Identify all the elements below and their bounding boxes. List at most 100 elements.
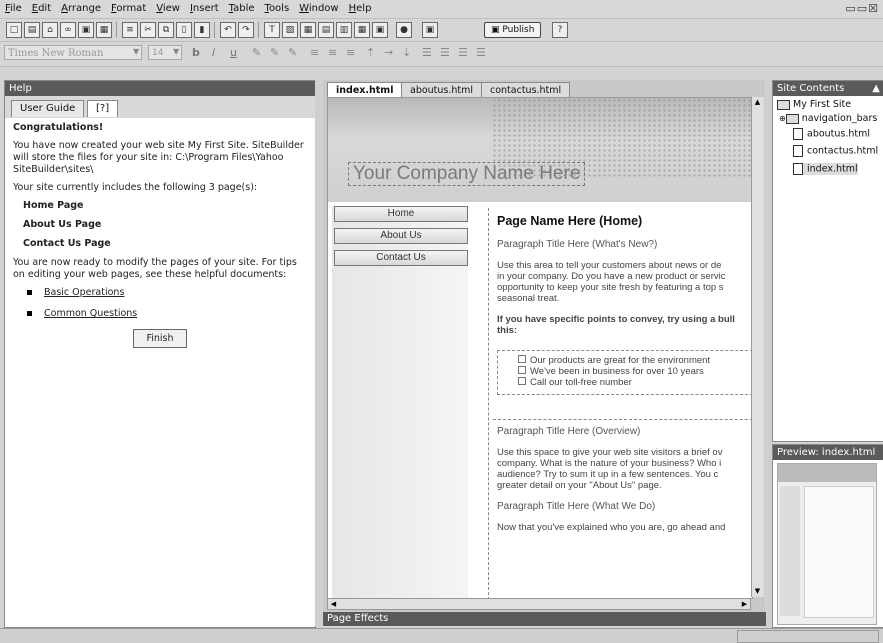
table-icon[interactable]: ▦ [300, 22, 316, 38]
print-icon[interactable]: ▦ [96, 22, 112, 38]
frame-icon[interactable]: ▣ [372, 22, 388, 38]
new-page-icon[interactable]: □ [6, 22, 22, 38]
tab-help-icon[interactable]: [?] [87, 100, 119, 117]
font-select[interactable]: Times New Roman [4, 45, 142, 60]
layout-icon[interactable]: ▥ [336, 22, 352, 38]
tab-index-html[interactable]: index.html [327, 82, 403, 98]
save-icon[interactable]: ▣ [78, 22, 94, 38]
text-color-icon[interactable]: ✎ [252, 46, 261, 59]
list-item: Home Page [23, 200, 84, 211]
tab-user-guide[interactable]: User Guide [11, 100, 85, 117]
align-left-icon[interactable]: ≡ [310, 46, 319, 59]
chevron-down-icon[interactable]: ▼ [173, 47, 179, 56]
site-contents-panel: Site Contents ▲ My First Site ⊕ navigation… [772, 80, 883, 442]
scroll-down-icon[interactable]: ▼ [752, 586, 763, 597]
tree-file-aboutus[interactable]: aboutus.html [793, 128, 870, 140]
preview-thumbnail[interactable] [777, 463, 877, 625]
help-intro: You have now created your web site My Fi… [13, 140, 304, 175]
page-content[interactable]: Page Name Here (Home) Paragraph Title He… [488, 208, 752, 598]
finish-button[interactable]: Finish [133, 329, 187, 348]
collapse-icon[interactable]: ▲ [872, 81, 880, 96]
paste-special-icon[interactable]: ≡ [122, 22, 138, 38]
nav-about-us[interactable]: About Us [334, 228, 468, 244]
list-item: Basic Operations [27, 287, 307, 299]
folder-icon [785, 113, 799, 124]
menu-window[interactable]: Window [294, 0, 343, 14]
link-common-questions[interactable]: Common Questions [44, 308, 137, 319]
left-splitter[interactable] [315, 80, 322, 626]
tree-root[interactable]: My First Site [777, 99, 851, 110]
site-icon [777, 99, 790, 110]
help-pages-line: Your site currently includes the followi… [13, 182, 258, 193]
grid-icon[interactable]: ▦ [354, 22, 370, 38]
tree-file-contactus[interactable]: contactus.html [793, 145, 878, 157]
menu-format[interactable]: Format [106, 0, 151, 14]
paragraph: If you have specific points to convey, t… [497, 314, 735, 336]
menu-tools[interactable]: Tools [260, 0, 295, 14]
expand-icon[interactable]: ⊕ [779, 114, 786, 123]
undo-icon[interactable]: ↶ [220, 22, 236, 38]
page-canvas[interactable]: Your Company Name Here Home About Us Con… [327, 97, 753, 599]
underline-icon[interactable]: u [230, 46, 237, 59]
form-icon[interactable]: ▤ [318, 22, 334, 38]
list-item: Common Questions [27, 308, 307, 320]
baseline-icon[interactable]: → [384, 46, 393, 59]
align-center-icon[interactable]: ≡ [328, 46, 337, 59]
menu-view[interactable]: View [151, 0, 185, 14]
copy-icon[interactable]: ⧉ [158, 22, 174, 38]
globe-icon[interactable]: ● [396, 22, 412, 38]
company-name[interactable]: Your Company Name Here [348, 162, 586, 186]
site-icon[interactable]: ⌂ [42, 22, 58, 38]
link-icon[interactable]: ∞ [60, 22, 76, 38]
bullet-icon [27, 311, 32, 316]
horizontal-scrollbar[interactable]: ◀ ▶ [327, 598, 751, 610]
menu-table[interactable]: Table [224, 0, 260, 14]
indent-icon[interactable]: ☰ [458, 46, 468, 59]
menu-arrange[interactable]: Arrange [56, 0, 106, 14]
chevron-down-icon[interactable]: ▼ [133, 47, 139, 56]
paragraph: Use this area to tell your customers abo… [497, 260, 726, 304]
menu-help[interactable]: Help [344, 0, 377, 14]
bold-icon[interactable]: b [192, 46, 200, 59]
menu-file[interactable]: File [0, 0, 27, 14]
paragraph: Now that you've explained who you are, g… [497, 522, 726, 533]
scroll-left-icon[interactable]: ◀ [328, 599, 339, 610]
align-right-icon[interactable]: ≡ [346, 46, 355, 59]
tree-folder-navigation-bars[interactable]: ⊕ navigation_bars [779, 113, 877, 124]
nav-home[interactable]: Home [334, 206, 468, 222]
file-icon [793, 128, 803, 140]
menu-edit[interactable]: Edit [27, 0, 56, 14]
bullet-list-icon[interactable]: ☰ [422, 46, 432, 59]
tree-file-index[interactable]: index.html [793, 163, 858, 175]
file-icon [793, 145, 803, 157]
highlight-icon[interactable]: ✎ [270, 46, 279, 59]
redo-icon[interactable]: ↷ [238, 22, 254, 38]
section-title: Paragraph Title Here (What's New?) [497, 239, 658, 250]
cut-icon[interactable]: ✂ [140, 22, 156, 38]
scroll-right-icon[interactable]: ▶ [739, 599, 750, 610]
menu-insert[interactable]: Insert [185, 0, 224, 14]
vertical-scrollbar[interactable]: ▲ ▼ [751, 97, 764, 597]
text-box-icon[interactable]: T [264, 22, 280, 38]
superscript-icon[interactable]: ⇡ [366, 46, 375, 59]
subscript-icon[interactable]: ⇣ [402, 46, 411, 59]
help-icon[interactable]: ? [552, 22, 568, 38]
italic-icon[interactable]: i [212, 46, 215, 59]
preview-icon[interactable]: ▣ [422, 22, 438, 38]
help-panel: Help User Guide [?] Congratulations! You… [4, 80, 316, 628]
outdent-icon[interactable]: ☰ [476, 46, 486, 59]
tab-contactus-html[interactable]: contactus.html [481, 82, 571, 98]
window-controls[interactable]: ▭▭☒ [845, 2, 879, 15]
tab-aboutus-html[interactable]: aboutus.html [401, 82, 483, 98]
delete-icon[interactable]: ▮ [194, 22, 210, 38]
open-icon[interactable]: ▤ [24, 22, 40, 38]
paste-icon[interactable]: ▯ [176, 22, 192, 38]
link-basic-operations[interactable]: Basic Operations [44, 287, 124, 298]
number-list-icon[interactable]: ☰ [440, 46, 450, 59]
nav-contact-us[interactable]: Contact Us [334, 250, 468, 266]
publish-button[interactable]: ▣ Publish [484, 22, 542, 38]
page-effects-bar[interactable]: Page Effects [323, 612, 768, 626]
image-icon[interactable]: ▨ [282, 22, 298, 38]
scroll-up-icon[interactable]: ▲ [752, 97, 763, 108]
link-color-icon[interactable]: ✎ [288, 46, 297, 59]
